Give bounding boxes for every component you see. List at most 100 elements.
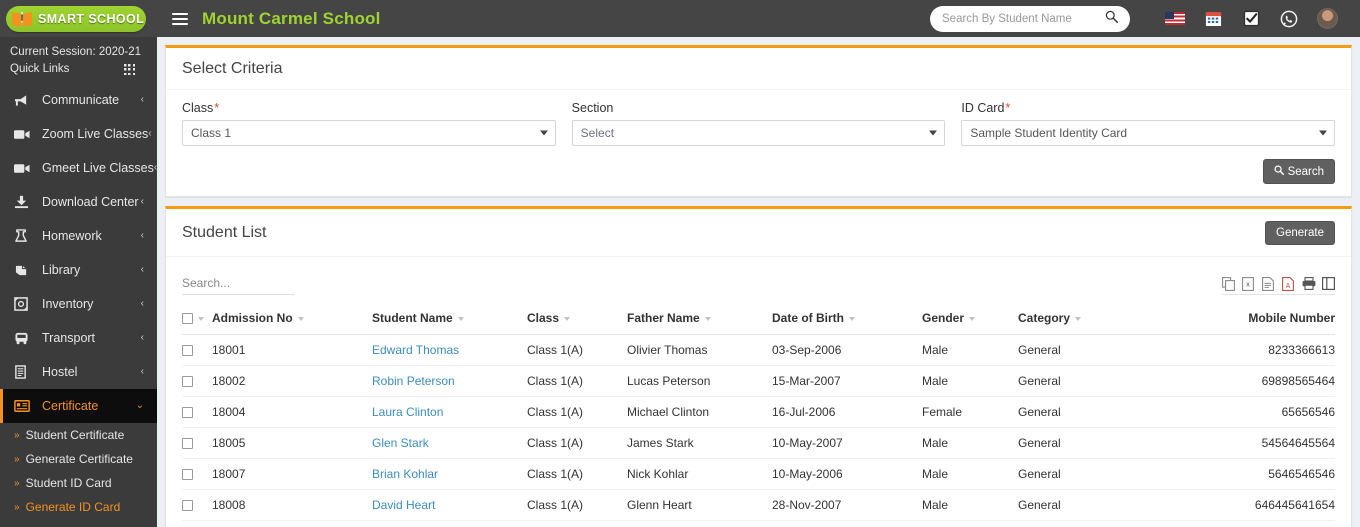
idcard-label: ID Card* [961,101,1335,115]
double-chevron-right-icon: » [14,453,20,465]
row-checkbox[interactable] [182,345,193,357]
row-checkbox[interactable] [182,500,193,512]
column-header-gender[interactable]: Gender [922,302,1018,335]
pdf-icon[interactable]: A [1282,277,1295,291]
whatsapp-icon[interactable] [1270,0,1308,37]
sidebar-item-inventory[interactable]: Inventory ‹ [0,287,157,321]
avatar[interactable] [1308,0,1346,37]
row-checkbox[interactable] [182,376,193,388]
sidebar-item-homework[interactable]: Homework ‹ [0,219,157,253]
chevron-left-icon: ‹ [140,264,144,275]
student-name-link[interactable]: Laura Clinton [372,405,443,419]
idcard-field-group: ID Card* Sample Student Identity Card [961,101,1336,146]
sidebar-item-hostel[interactable]: Hostel ‹ [0,355,157,389]
sidebar-item-communicate[interactable]: Communicate ‹ [0,83,157,117]
brand-logo[interactable]: SMART SCHOOL [0,0,157,37]
sidebar-item-gmeet-live-classes[interactable]: Gmeet Live Classes ‹ [0,151,157,185]
open-book-icon [11,9,33,29]
section-field-group: Section Select [571,101,946,146]
student-name-link[interactable]: Glen Stark [372,436,429,450]
sidebar-subitem-student-id-card[interactable]: » Student ID Card [0,471,157,495]
column-header-label: Category [1018,311,1071,325]
global-search[interactable] [930,5,1130,32]
sort-icon [849,316,855,321]
generate-button[interactable]: Generate [1265,221,1335,245]
column-header-label: Father Name [627,311,700,325]
print-icon[interactable] [1302,277,1316,291]
sort-icon[interactable] [198,316,204,321]
search-icon[interactable] [1105,10,1118,28]
row-checkbox-cell [182,365,212,397]
column-header-father-name[interactable]: Father Name [627,302,772,335]
megaphone-icon [14,94,33,107]
id-card-icon [14,400,33,412]
column-header-label: Class [527,311,560,325]
sidebar-item-zoom-live-classes[interactable]: Zoom Live Classes ‹ [0,117,157,151]
class-select[interactable]: Class 1 [182,120,556,146]
sidebar-subitem-label: Student ID Card [25,476,112,490]
student-name-link[interactable]: Edward Thomas [372,343,459,357]
select-all-checkbox[interactable] [182,313,193,325]
sidebar-subitem-generate-id-card[interactable]: » Generate ID Card [0,495,157,519]
column-header-admission-no[interactable]: Admission No [212,302,372,335]
student-list-body: x A [166,257,1351,527]
column-header-student-name[interactable]: Student Name [372,302,527,335]
class-label-text: Class [182,101,214,115]
student-name-link[interactable]: Robin Peterson [372,374,455,388]
sidebar-item-certificate[interactable]: Certificate ⌄ [0,389,157,423]
column-header-mobile-number[interactable]: Mobile Number [1128,302,1335,335]
column-header-date-of-birth[interactable]: Date of Birth [772,302,922,335]
sidebar-item-download-center[interactable]: Download Center ‹ [0,185,157,219]
grid-icon [124,64,135,75]
book-icon [14,264,33,277]
row-checkbox-cell [182,520,212,527]
cell-gender: Male [922,365,1018,397]
cell-mobile-number: 8233366613 [1128,334,1335,366]
hamburger-icon[interactable] [172,12,188,25]
sidebar-item-transport[interactable]: Transport ‹ [0,321,157,355]
sort-icon [564,316,571,321]
columns-icon[interactable] [1322,277,1336,291]
table-search-input[interactable] [182,274,294,295]
cell-gender: Male [922,334,1018,366]
column-header-label: Admission No [212,311,293,325]
video-icon [14,129,33,140]
sort-icon [297,316,304,321]
column-header-class[interactable]: Class [527,302,627,335]
sidebar-subitem-student-certificate[interactable]: » Student Certificate [0,423,157,447]
cell-category: General [1018,396,1128,428]
sidebar: Current Session: 2020-21 Quick Links Com… [0,37,157,527]
student-name-link[interactable]: Brian Kohlar [372,467,438,481]
cell-gender: Female [922,396,1018,428]
section-select[interactable]: Select [571,120,946,146]
cell-mobile-number: 5646546546 [1128,458,1335,490]
logo-pill: SMART SCHOOL [6,5,146,32]
sidebar-subitem-generate-certificate[interactable]: » Generate Certificate [0,447,157,471]
checkbox-task-icon[interactable] [1232,0,1270,37]
row-checkbox[interactable] [182,469,193,481]
quick-links-toggle[interactable]: Quick Links [10,61,147,78]
student-name-link[interactable]: David Heart [372,498,435,512]
calendar-icon[interactable] [1194,0,1232,37]
sidebar-item-library[interactable]: Library ‹ [0,253,157,287]
chevron-down-icon: ⌄ [135,400,144,411]
chevron-left-icon: ‹ [140,196,144,207]
double-chevron-right-icon: » [14,477,20,489]
search-input[interactable] [942,12,1105,25]
sidebar-subitem-label: Student Certificate [25,428,125,442]
flag-icon[interactable] [1156,0,1194,37]
cell-date-of-birth: 28-Nov-2007 [772,489,922,521]
row-checkbox[interactable] [182,438,193,450]
copy-icon[interactable] [1222,277,1235,291]
excel-icon[interactable]: x [1242,277,1255,291]
topbar-right-group [930,0,1360,37]
table-row: 18008 David Heart Class 1(A) Glenn Heart 28-… [182,489,1335,521]
row-checkbox-cell [182,334,212,366]
idcard-select[interactable]: Sample Student Identity Card [961,120,1336,146]
column-header-category[interactable]: Category [1018,302,1128,335]
select-criteria-panel: Select Criteria Class* Class 1 Section S… [165,45,1352,197]
row-checkbox[interactable] [182,407,193,419]
csv-icon[interactable] [1262,277,1275,291]
class-field-group: Class* Class 1 [182,101,556,146]
search-button[interactable]: Search [1262,159,1335,184]
